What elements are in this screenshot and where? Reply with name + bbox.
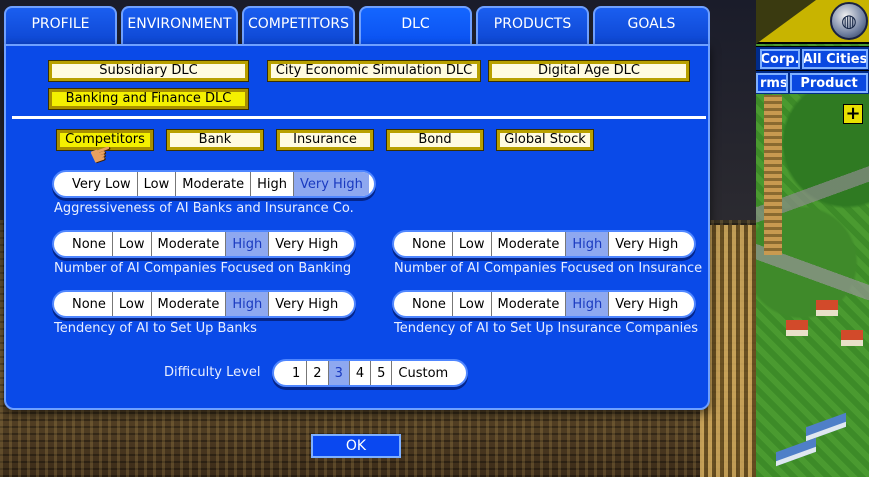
option-high[interactable]: High	[250, 172, 293, 196]
option-high[interactable]: High	[565, 292, 609, 316]
aggressiveness-caption: Aggressiveness of AI Banks and Insurance…	[54, 201, 354, 216]
subtab-bond[interactable]: Bond	[386, 129, 484, 151]
option-low[interactable]: Low	[111, 292, 151, 316]
option-very-high[interactable]: Very High	[608, 292, 684, 316]
difficulty-4[interactable]: 4	[348, 361, 370, 385]
option-moderate[interactable]: Moderate	[150, 232, 226, 256]
ai-insurance-selector: None Low Moderate High Very High	[392, 230, 696, 258]
option-low[interactable]: Low	[451, 292, 491, 316]
option-moderate[interactable]: Moderate	[490, 232, 566, 256]
map-blue-building	[806, 412, 846, 442]
all-cities-button[interactable]: All Cities	[802, 49, 868, 69]
globe-icon[interactable]: ◍	[830, 2, 868, 40]
map-house	[786, 320, 808, 336]
subtab-insurance[interactable]: Insurance	[276, 129, 374, 151]
option-high[interactable]: High	[225, 292, 269, 316]
option-none[interactable]: None	[406, 292, 452, 316]
option-very-high[interactable]: Very High	[608, 232, 684, 256]
ai-insurance-caption: Number of AI Companies Focused on Insura…	[394, 261, 703, 276]
ai-banking-selector: None Low Moderate High Very High	[52, 230, 356, 258]
hud-row-1: Corp. All Cities	[756, 46, 869, 70]
difficulty-selector: 1 2 3 4 5 Custom	[272, 359, 468, 387]
option-very-high[interactable]: Very High	[268, 292, 344, 316]
dlc-settings-panel: Subsidiary DLC City Economic Simulation …	[4, 44, 710, 410]
option-low[interactable]: Low	[136, 172, 176, 196]
tab-products[interactable]: PRODUCTS	[476, 6, 589, 46]
hud-corner-decoration	[756, 0, 816, 44]
difficulty-5[interactable]: 5	[370, 361, 391, 385]
aggressiveness-selector: Very Low Low Moderate High Very High	[52, 170, 376, 198]
difficulty-3[interactable]: 3	[327, 361, 349, 385]
option-high[interactable]: High	[565, 232, 609, 256]
option-low[interactable]: Low	[111, 232, 151, 256]
product-button[interactable]: Product	[790, 73, 868, 93]
city-economic-simulation-dlc-button[interactable]: City Economic Simulation DLC	[267, 60, 481, 82]
map-house	[841, 330, 863, 346]
insurance-setup-selector: None Low Moderate High Very High	[392, 290, 696, 318]
difficulty-1[interactable]: 1	[286, 361, 306, 385]
difficulty-2[interactable]: 2	[306, 361, 327, 385]
section-divider	[12, 116, 706, 119]
option-none[interactable]: None	[66, 292, 112, 316]
digital-age-dlc-button[interactable]: Digital Age DLC	[488, 60, 690, 82]
plus-icon[interactable]: +	[843, 104, 863, 124]
ok-button[interactable]: OK	[311, 434, 401, 458]
option-moderate[interactable]: Moderate	[490, 292, 566, 316]
option-low[interactable]: Low	[451, 232, 491, 256]
option-none[interactable]: None	[406, 232, 452, 256]
corp-button[interactable]: Corp.	[760, 49, 800, 69]
tab-goals[interactable]: GOALS	[593, 6, 710, 46]
tab-dlc[interactable]: DLC	[359, 6, 472, 46]
option-moderate[interactable]: Moderate	[150, 292, 226, 316]
option-very-low[interactable]: Very Low	[66, 172, 137, 196]
map-house	[816, 300, 838, 316]
tab-profile[interactable]: PROFILE	[4, 6, 117, 46]
tab-competitors[interactable]: COMPETITORS	[242, 6, 355, 46]
option-none[interactable]: None	[66, 232, 112, 256]
settings-tab-bar: PROFILE ENVIRONMENT COMPETITORS DLC PROD…	[4, 6, 710, 46]
difficulty-label: Difficulty Level	[164, 365, 261, 380]
option-very-high[interactable]: Very High	[292, 172, 369, 196]
banking-finance-dlc-button[interactable]: Banking and Finance DLC	[48, 88, 249, 110]
map-blue-building	[776, 437, 816, 467]
option-very-high[interactable]: Very High	[268, 232, 344, 256]
tab-environment[interactable]: ENVIRONMENT	[121, 6, 238, 46]
insurance-setup-caption: Tendency of AI to Set Up Insurance Compa…	[394, 321, 698, 336]
hud-row-2: rms Product	[756, 70, 869, 94]
bank-setup-selector: None Low Moderate High Very High	[52, 290, 356, 318]
subtab-bank[interactable]: Bank	[166, 129, 264, 151]
firms-button[interactable]: rms	[756, 73, 788, 93]
option-high[interactable]: High	[225, 232, 269, 256]
map-tower-building	[764, 95, 782, 255]
option-moderate[interactable]: Moderate	[175, 172, 250, 196]
ai-banking-caption: Number of AI Companies Focused on Bankin…	[54, 261, 352, 276]
difficulty-custom[interactable]: Custom	[391, 361, 454, 385]
bank-setup-caption: Tendency of AI to Set Up Banks	[54, 321, 257, 336]
subsidiary-dlc-button[interactable]: Subsidiary DLC	[48, 60, 249, 82]
subtab-global-stock[interactable]: Global Stock	[496, 129, 594, 151]
